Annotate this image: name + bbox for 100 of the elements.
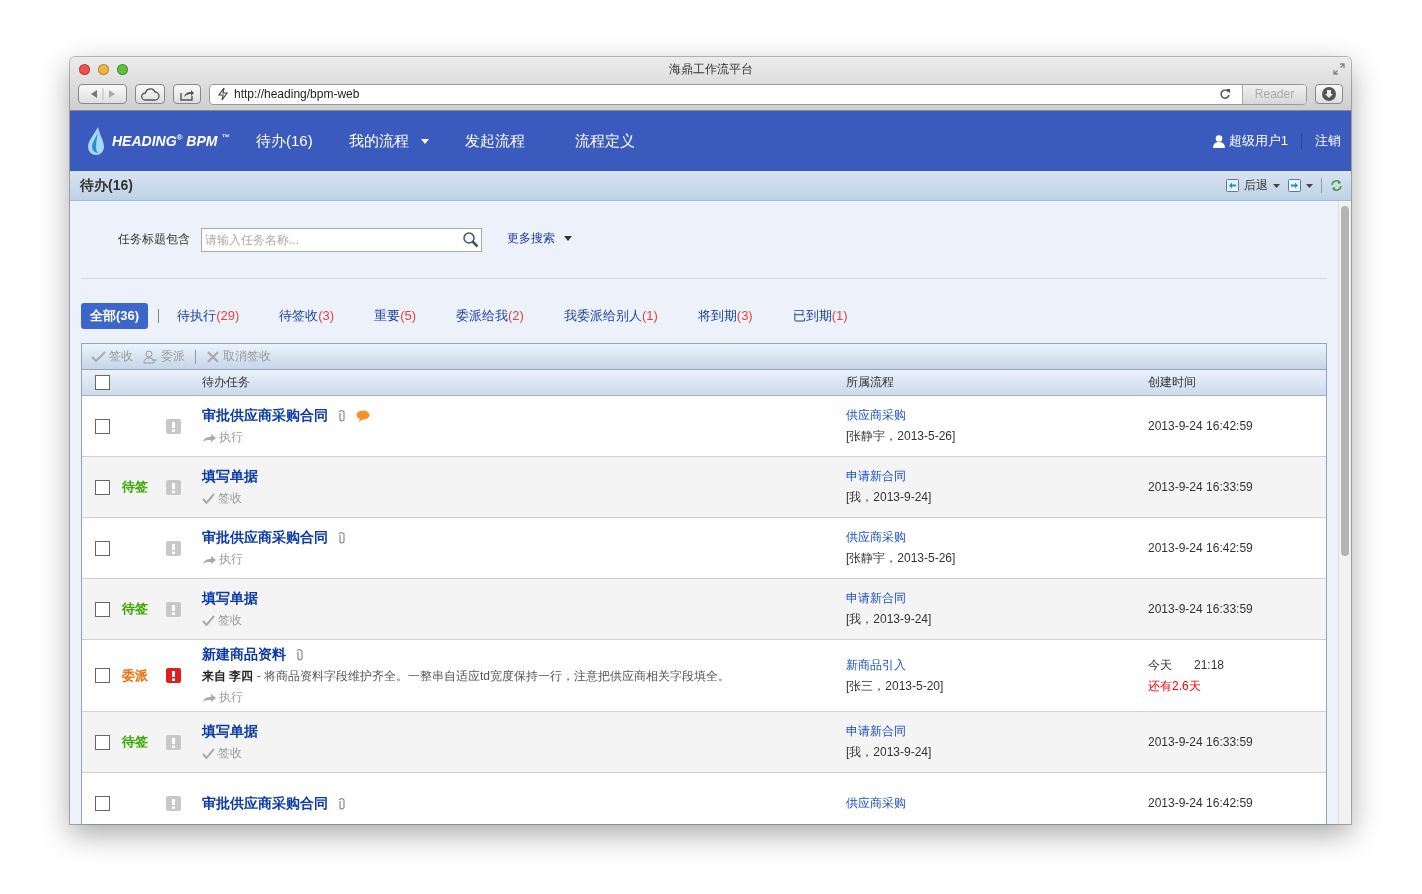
cross-icon: [206, 349, 220, 364]
download-icon: [1321, 86, 1337, 102]
status-label: 待签: [122, 479, 148, 494]
share-button[interactable]: [173, 84, 201, 104]
process-link[interactable]: 供应商采购: [846, 795, 906, 811]
filter-tab[interactable]: 待签收(3): [279, 307, 335, 325]
search-field[interactable]: 请输入任务名称...: [201, 227, 482, 252]
process-link[interactable]: 新商品引入: [846, 657, 906, 673]
task-link[interactable]: 审批供应商采购合同: [202, 529, 328, 546]
task-note: 来自 李四 - 将商品资料字段维护齐全。一整串自适应td宽度保持一行，注意把供应商相关字段填全。: [202, 669, 731, 684]
column-header: 待办任务: [202, 374, 251, 391]
minimize-icon[interactable]: [98, 63, 109, 75]
process-meta: [我，2013-9-24]: [846, 745, 933, 760]
cloud-button[interactable]: [135, 84, 165, 104]
process-meta: [张静宇，2013-5-26]: [846, 551, 957, 566]
created-time: 2013-9-24 16:42:59: [1148, 418, 1253, 434]
task-link[interactable]: 审批供应商采购合同: [202, 794, 328, 812]
created-time: 2013-9-24 16:42:59: [1148, 540, 1253, 556]
task-link[interactable]: 填写单据: [202, 723, 258, 740]
search-icon[interactable]: [462, 230, 479, 248]
paperclip-icon: [338, 531, 346, 544]
process-meta: [我，2013-9-24]: [846, 490, 933, 505]
zoom-icon[interactable]: [117, 63, 128, 75]
search-label: 任务标题包含: [118, 231, 190, 248]
arrow-icon: [202, 692, 216, 703]
filter-tab[interactable]: 全部(36): [81, 303, 149, 329]
close-icon[interactable]: [79, 63, 90, 75]
logo-text: HEADING$^{®}$ BPM $^{™}$: [112, 133, 230, 149]
paperclip-icon: [296, 648, 304, 661]
column-header: 创建时间: [1148, 374, 1197, 391]
created-time: 2013-9-24 16:33:59: [1148, 601, 1253, 617]
created-time: 2013-9-24 16:42:59: [1148, 795, 1253, 811]
caret-icon: [420, 138, 429, 144]
task-link[interactable]: 填写单据: [202, 468, 258, 485]
select-all-checkbox[interactable]: [94, 375, 110, 390]
status-label: 待签: [122, 734, 148, 749]
nav-link[interactable]: 我的流程: [348, 131, 429, 151]
scrollbar[interactable]: [1338, 201, 1351, 824]
page-icon: [217, 87, 229, 101]
downloads-button[interactable]: [1315, 84, 1343, 104]
fullscreen-icon[interactable]: [1333, 63, 1345, 75]
filter-tab[interactable]: 重要(5): [374, 307, 417, 325]
refresh-icon[interactable]: [1330, 179, 1343, 192]
created-day: 今天: [1148, 657, 1172, 673]
filter-tab[interactable]: 将到期(3): [697, 307, 753, 325]
paperclip-icon: [338, 409, 346, 422]
row-checkbox[interactable]: [94, 479, 110, 495]
forward-button[interactable]: [1288, 179, 1313, 192]
created-time: 2013-9-24 16:33:59: [1148, 479, 1253, 495]
forward-arrow-icon: [1288, 179, 1301, 192]
filter-tab[interactable]: 待执行(29): [177, 307, 240, 325]
nav-link[interactable]: 流程定义: [574, 131, 635, 151]
logout-link[interactable]: 注销: [1315, 132, 1341, 150]
caret-icon: [564, 236, 572, 241]
status-label: 待签: [122, 601, 148, 616]
nav-link[interactable]: 发起流程: [464, 131, 525, 151]
process-link[interactable]: 供应商采购: [846, 408, 906, 423]
row-checkbox[interactable]: [94, 418, 110, 434]
share-icon: [179, 87, 195, 101]
column-header: 所属流程: [846, 374, 895, 391]
row-checkbox[interactable]: [94, 601, 110, 617]
filter-tab[interactable]: 已到期(1): [792, 307, 848, 325]
caret-icon: [1273, 183, 1280, 188]
cloud-icon: [140, 87, 160, 101]
address-field[interactable]: http://heading/bpm-web Reader: [209, 83, 1307, 105]
task-link[interactable]: 审批供应商采购合同: [202, 407, 328, 424]
nav-link[interactable]: 待办(16): [256, 131, 313, 151]
remaining-time: 还有2.6天: [1148, 678, 1202, 694]
row-checkbox[interactable]: [94, 540, 110, 556]
row-checkbox[interactable]: [94, 795, 110, 811]
reload-icon[interactable]: [1219, 88, 1231, 100]
person-icon: [143, 349, 158, 364]
process-link[interactable]: 申请新合同: [846, 724, 906, 739]
caret-icon: [1306, 183, 1313, 188]
arrow-icon: [202, 554, 216, 565]
row-checkbox[interactable]: [94, 734, 110, 750]
process-meta: [我，2013-9-24]: [846, 612, 933, 627]
status-label: 委派: [122, 667, 148, 683]
check-icon: [202, 615, 215, 626]
water-drop-icon: [86, 126, 106, 156]
user-icon: [1212, 134, 1225, 148]
task-link[interactable]: 新建商品资料: [202, 646, 286, 663]
back-forward-button[interactable]: [78, 84, 127, 104]
user-link[interactable]: 超级用户1: [1212, 132, 1288, 150]
filter-tab[interactable]: 我委派给别人(1): [563, 307, 658, 325]
page-title: 待办(16): [80, 176, 133, 195]
check-icon: [202, 493, 215, 504]
row-checkbox[interactable]: [94, 668, 110, 683]
created-time: 21:18: [1194, 657, 1225, 673]
back-button[interactable]: 后退: [1226, 177, 1280, 194]
window-title: 海鼎工作流平台: [668, 60, 753, 78]
created-time: 2013-9-24 16:33:59: [1148, 734, 1253, 750]
task-link[interactable]: 填写单据: [202, 590, 258, 607]
process-meta: [张三，2013-5-20]: [846, 678, 945, 694]
filter-tab[interactable]: 委派给我(2): [456, 307, 524, 325]
process-link[interactable]: 申请新合同: [846, 469, 906, 484]
process-link[interactable]: 供应商采购: [846, 530, 906, 545]
more-search-link[interactable]: 更多搜索: [507, 230, 572, 247]
process-link[interactable]: 申请新合同: [846, 591, 906, 606]
check-icon: [91, 350, 106, 363]
